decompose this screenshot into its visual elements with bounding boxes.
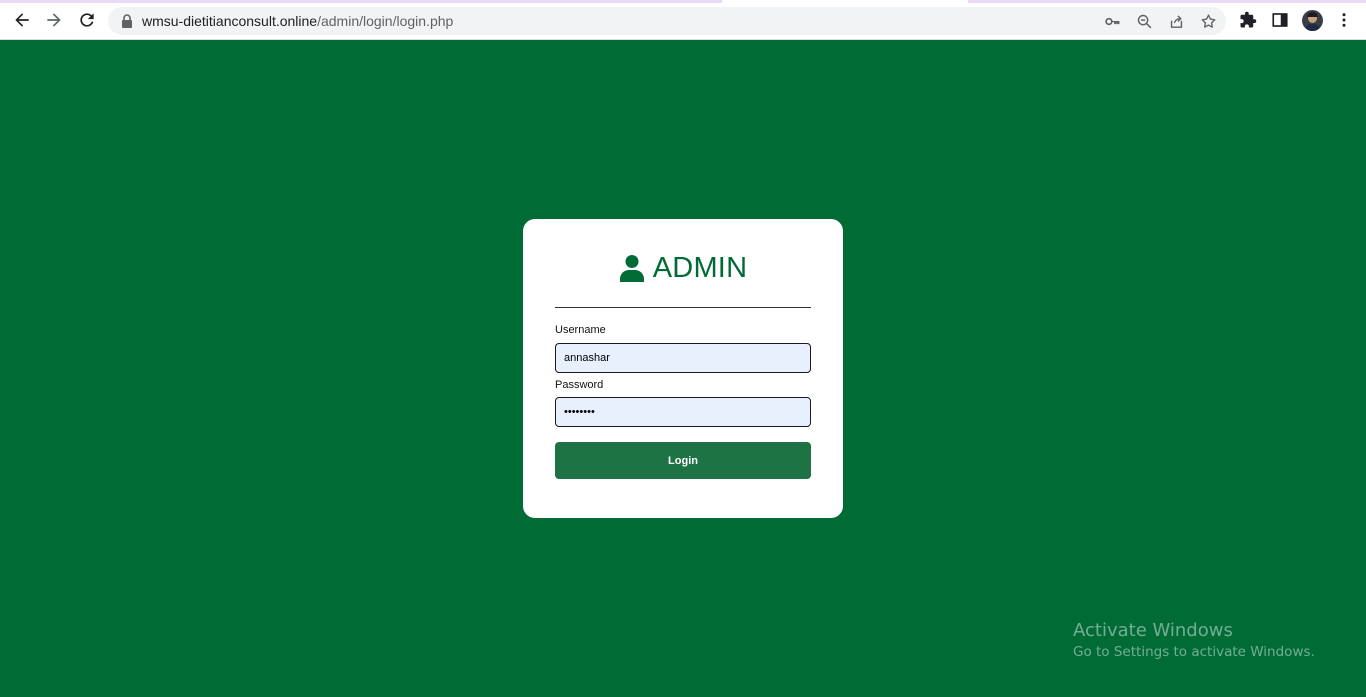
- address-bar[interactable]: wmsu-dietitianconsult.online/admin/login…: [108, 7, 1226, 35]
- url-path: /admin/login/login.php: [317, 13, 454, 29]
- star-icon[interactable]: [1198, 11, 1218, 31]
- activate-windows-watermark: Activate Windows Go to Settings to activ…: [1073, 620, 1315, 660]
- password-input[interactable]: [555, 397, 811, 427]
- url-text[interactable]: wmsu-dietitianconsult.online/admin/login…: [142, 13, 453, 29]
- zoom-out-icon[interactable]: [1134, 11, 1154, 31]
- lock-icon[interactable]: [120, 13, 134, 29]
- user-icon: [619, 255, 644, 282]
- login-header: ADMIN: [523, 251, 843, 285]
- back-arrow-icon[interactable]: [10, 8, 34, 32]
- avatar-shirt: [1305, 24, 1320, 31]
- password-label: Password: [555, 379, 604, 391]
- forward-arrow-icon[interactable]: [42, 8, 66, 32]
- url-host: wmsu-dietitianconsult.online: [142, 13, 318, 29]
- tab-strip-edge-right: [968, 0, 1366, 3]
- side-panel-icon[interactable]: [1270, 10, 1290, 30]
- reload-icon[interactable]: [75, 8, 99, 32]
- username-input[interactable]: [555, 343, 811, 373]
- profile-avatar[interactable]: [1302, 10, 1323, 31]
- watermark-subtitle: Go to Settings to activate Windows.: [1073, 644, 1315, 660]
- share-icon[interactable]: [1166, 11, 1186, 31]
- login-button[interactable]: Login: [555, 442, 811, 479]
- header-divider: [555, 307, 811, 308]
- browser-toolbar: wmsu-dietitianconsult.online/admin/login…: [0, 0, 1366, 40]
- page-title: ADMIN: [652, 251, 748, 284]
- username-label: Username: [555, 324, 606, 336]
- watermark-title: Activate Windows: [1073, 620, 1233, 641]
- key-icon[interactable]: [1102, 11, 1122, 31]
- more-menu-icon[interactable]: [1334, 10, 1354, 30]
- tab-strip-edge: [0, 0, 722, 3]
- extensions-icon[interactable]: [1238, 10, 1258, 30]
- avatar-hair: [1307, 12, 1318, 17]
- login-card: ADMIN Username Password Login: [523, 219, 843, 518]
